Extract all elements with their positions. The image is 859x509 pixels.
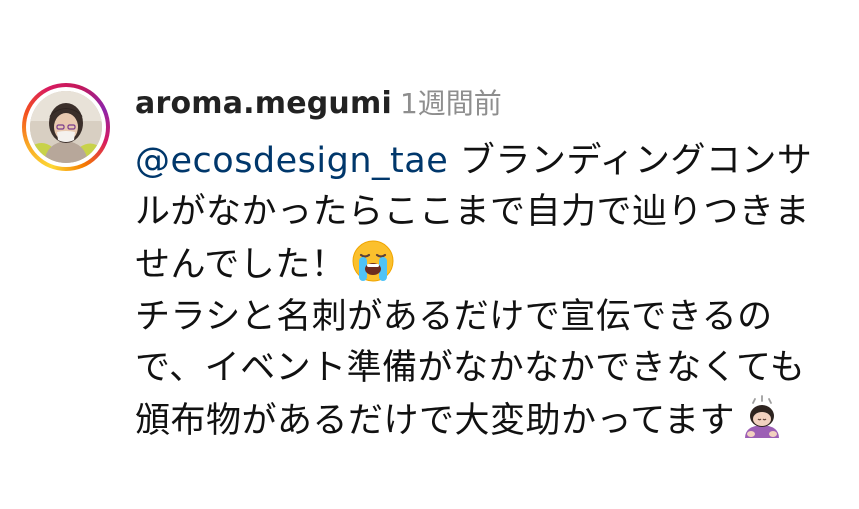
comment: aroma.megumi 1週間前 @ecosdesign_tae ブランディング…: [0, 0, 859, 509]
person-bowing-icon: [739, 394, 785, 440]
timestamp[interactable]: 1週間前: [400, 87, 502, 120]
avatar[interactable]: [30, 91, 102, 163]
comment-paragraph-2: チラシと名刺があるだけで宣伝できるので、イベント準備がなかなかできなくても頒布物…: [135, 292, 825, 447]
username-link[interactable]: aroma.megumi: [135, 86, 392, 121]
comment-paragraph-1: @ecosdesign_tae ブランディングコンサルがなかったらここまで自力で…: [135, 136, 825, 291]
avatar-story-ring[interactable]: [22, 83, 110, 171]
mention-link[interactable]: @ecosdesign_tae: [135, 141, 448, 181]
comment-header: aroma.megumi 1週間前: [135, 82, 502, 126]
loudly-crying-face-icon: [350, 238, 396, 284]
comment-text-2: チラシと名刺があるだけで宣伝できるので、イベント準備がなかなかできなくても頒布物…: [135, 297, 806, 441]
